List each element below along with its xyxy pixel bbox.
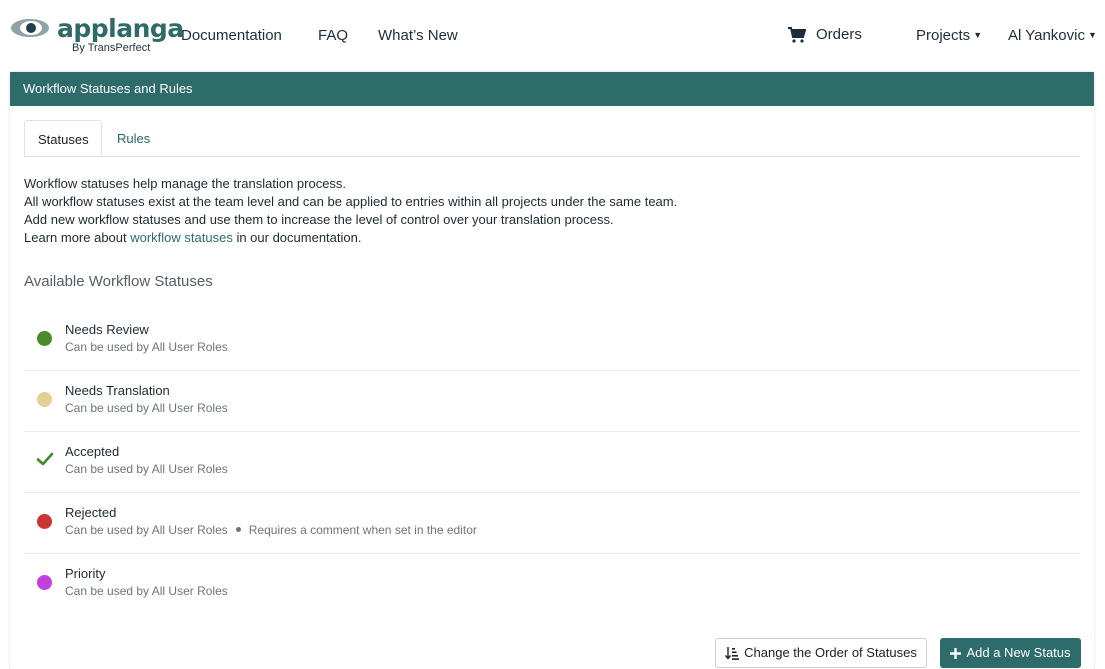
intro-prefix: Learn more about <box>24 230 131 245</box>
status-roles: Can be used by All User Roles <box>65 462 228 476</box>
tab-rules[interactable]: Rules <box>104 120 163 156</box>
intro-line: Learn more about workflow statuses in ou… <box>24 229 1080 247</box>
intro-line: All workflow statuses exist at the team … <box>24 194 678 209</box>
add-status-button[interactable]: Add a New Status <box>940 638 1081 668</box>
workflow-panel: Workflow Statuses and Rules Statuses Rul… <box>10 72 1094 669</box>
status-roles: Can be used by All User Roles <box>65 523 228 537</box>
panel-title: Workflow Statuses and Rules <box>10 72 1094 106</box>
intro-suffix: in our documentation. <box>232 230 362 245</box>
status-color-dot <box>37 392 52 407</box>
checkmark-icon <box>36 452 54 466</box>
status-roles: Can be used by All User Roles <box>65 401 228 415</box>
status-list: Needs Review Can be used by All User Rol… <box>24 310 1080 614</box>
status-name: Rejected <box>65 505 117 520</box>
nav-projects-dropdown[interactable]: Projects ▼ <box>916 27 982 44</box>
logo-mark-icon <box>11 19 49 37</box>
status-item[interactable]: Priority Can be used by All User Roles <box>24 554 1080 614</box>
tab-statuses[interactable]: Statuses <box>24 120 102 156</box>
status-details: Can be used by All User Roles Requires a … <box>65 523 477 537</box>
workflow-statuses-link[interactable]: workflow statuses <box>130 230 233 245</box>
sort-icon <box>725 646 740 660</box>
nav-orders[interactable]: Orders <box>788 26 862 43</box>
status-item[interactable]: Accepted Can be used by All User Roles <box>24 432 1080 493</box>
plus-icon <box>950 647 962 659</box>
status-name: Needs Review <box>65 322 149 337</box>
nav-projects-label: Projects <box>916 27 971 44</box>
add-status-label: Add a New Status <box>966 645 1071 660</box>
applanga-logo[interactable]: applanga By TransPerfect <box>10 14 184 58</box>
separator-dot-icon <box>235 527 241 532</box>
nav-user-label: Al Yankovic <box>1008 27 1085 44</box>
status-roles: Can be used by All User Roles <box>65 584 228 598</box>
status-name: Accepted <box>65 444 120 459</box>
status-item[interactable]: Needs Translation Can be used by All Use… <box>24 371 1080 432</box>
intro-line: Workflow statuses help manage the transl… <box>24 176 347 191</box>
intro-line: Add new workflow statuses and use them t… <box>24 212 614 227</box>
tab-bar: Statuses Rules <box>24 120 1080 157</box>
nav-orders-label: Orders <box>816 26 862 43</box>
status-name: Needs Translation <box>65 383 170 398</box>
section-title: Available Workflow Statuses <box>24 273 213 290</box>
intro-text: Workflow statuses help manage the transl… <box>24 175 1080 247</box>
status-color-dot <box>37 575 52 590</box>
change-order-label: Change the Order of Statuses <box>744 645 917 660</box>
nav-user-dropdown[interactable]: Al Yankovic ▼ <box>1008 27 1097 44</box>
status-item[interactable]: Rejected Can be used by All User Roles Re… <box>24 493 1080 554</box>
nav-documentation[interactable]: Documentation <box>181 27 282 44</box>
logo-subtitle: By TransPerfect <box>72 42 151 54</box>
nav-whats-new[interactable]: What’s New <box>378 27 458 44</box>
status-item[interactable]: Needs Review Can be used by All User Rol… <box>24 310 1080 371</box>
status-color-dot <box>37 331 52 346</box>
status-note: Requires a comment when set in the edito… <box>248 523 477 537</box>
shopping-cart-icon <box>788 26 806 43</box>
caret-down-icon: ▼ <box>1088 30 1097 40</box>
change-order-button[interactable]: Change the Order of Statuses <box>715 638 927 668</box>
nav-faq[interactable]: FAQ <box>318 27 348 44</box>
top-navbar: applanga By TransPerfect Documentation F… <box>0 0 1105 72</box>
status-roles: Can be used by All User Roles <box>65 340 228 354</box>
status-name: Priority <box>65 566 106 581</box>
status-color-dot <box>37 514 52 529</box>
logo-wordmark: applanga <box>57 14 184 43</box>
caret-down-icon: ▼ <box>973 30 983 40</box>
